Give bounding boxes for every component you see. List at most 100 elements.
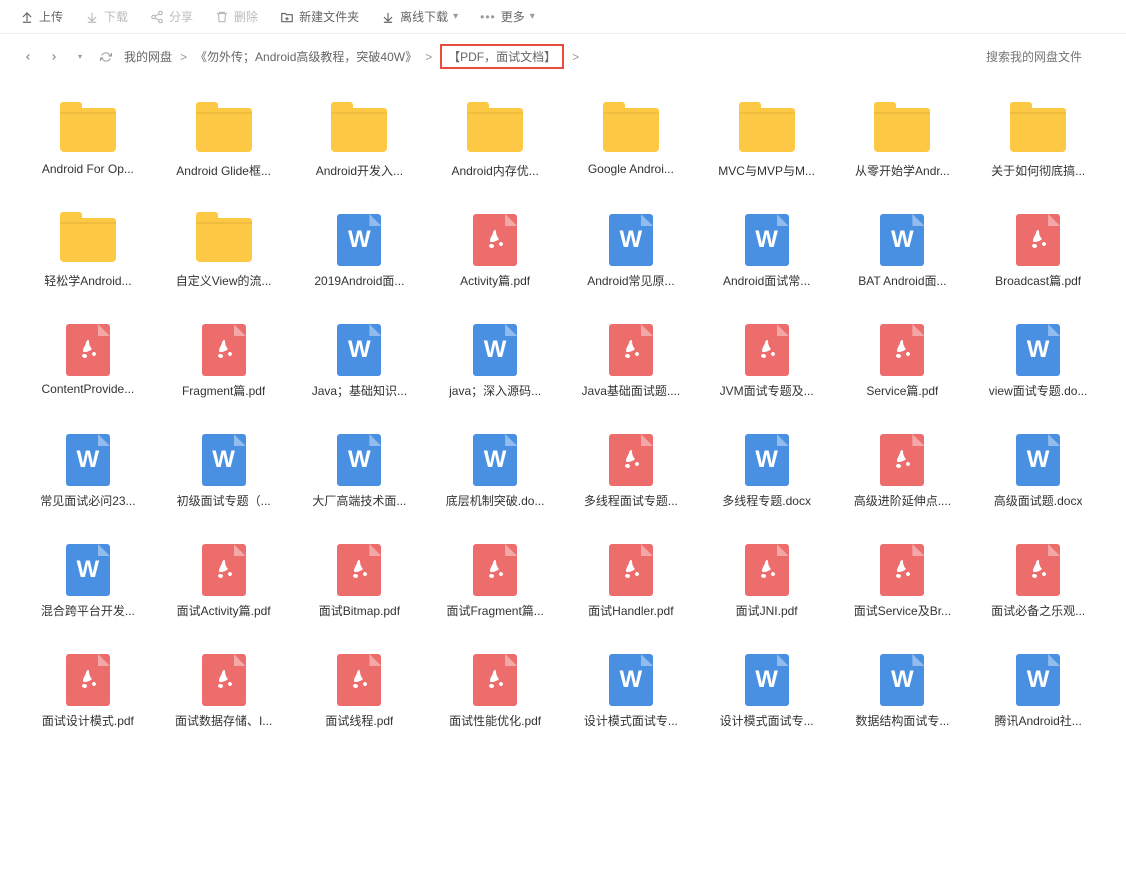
file-item[interactable]: ContentProvide... xyxy=(20,309,156,414)
file-name-label: 初级面试专题（... xyxy=(177,492,271,509)
file-item[interactable]: Broadcast篇.pdf xyxy=(970,199,1106,304)
file-item[interactable]: 面试性能优化.pdf xyxy=(427,639,563,744)
file-item[interactable]: JVM面试专题及... xyxy=(699,309,835,414)
new-folder-button[interactable]: 新建文件夹 xyxy=(280,8,359,25)
file-item[interactable]: 面试Handler.pdf xyxy=(563,529,699,634)
upload-icon xyxy=(20,10,34,24)
breadcrumb-separator: > xyxy=(572,50,579,64)
file-item[interactable]: Android内存优... xyxy=(427,89,563,194)
pdf-doc-icon xyxy=(603,324,659,372)
offline-download-button[interactable]: 离线下载 ▾ xyxy=(381,8,458,25)
delete-label: 删除 xyxy=(234,8,258,25)
download-label: 下载 xyxy=(104,8,128,25)
file-item[interactable]: Wjava；深入源码... xyxy=(427,309,563,414)
file-item[interactable]: W高级面试题.docx xyxy=(970,419,1106,524)
file-item[interactable]: Google Androi... xyxy=(563,89,699,194)
file-name-label: 高级进阶延伸点.... xyxy=(854,492,951,509)
file-item[interactable]: Service篇.pdf xyxy=(835,309,971,414)
nav-back-button[interactable] xyxy=(20,49,36,65)
more-button[interactable]: ••• 更多 ▾ xyxy=(480,8,535,25)
file-item[interactable]: W混合跨平台开发... xyxy=(20,529,156,634)
file-item[interactable]: W多线程专题.docx xyxy=(699,419,835,524)
file-name-label: Android Glide框... xyxy=(176,162,271,179)
file-item[interactable]: W设计模式面试专... xyxy=(563,639,699,744)
file-item[interactable]: 多线程面试专题... xyxy=(563,419,699,524)
pdf-doc-icon xyxy=(60,654,116,702)
nav-forward-button[interactable] xyxy=(46,49,62,65)
file-item[interactable]: Activity篇.pdf xyxy=(427,199,563,304)
file-item[interactable]: Fragment篇.pdf xyxy=(156,309,292,414)
file-item[interactable]: 面试必备之乐观... xyxy=(970,529,1106,634)
file-item[interactable]: 高级进阶延伸点.... xyxy=(835,419,971,524)
share-button[interactable]: 分享 xyxy=(150,8,193,25)
file-item[interactable]: W设计模式面试专... xyxy=(699,639,835,744)
file-name-label: Fragment篇.pdf xyxy=(182,382,265,399)
pdf-doc-icon xyxy=(1010,544,1066,592)
file-item[interactable]: WAndroid常见原... xyxy=(563,199,699,304)
file-item[interactable]: Wview面试专题.do... xyxy=(970,309,1106,414)
pdf-doc-icon xyxy=(739,544,795,592)
file-name-label: 轻松学Android... xyxy=(44,272,131,289)
word-doc-icon: W xyxy=(874,214,930,262)
offline-download-label: 离线下载 xyxy=(400,8,448,25)
file-name-label: Service篇.pdf xyxy=(866,382,938,399)
file-item[interactable]: 自定义View的流... xyxy=(156,199,292,304)
file-name-label: 面试数据存储、I... xyxy=(175,712,272,729)
file-item[interactable]: W底层机制突破.do... xyxy=(427,419,563,524)
file-item[interactable]: Android开发入... xyxy=(292,89,428,194)
file-item[interactable]: WBAT Android面... xyxy=(835,199,971,304)
breadcrumb-path1[interactable]: 《勿外传；Android高级教程，突破40W》 xyxy=(195,48,417,65)
nav-dropdown-button[interactable]: ▾ xyxy=(72,49,88,65)
file-item[interactable]: W初级面试专题（... xyxy=(156,419,292,524)
word-doc-icon: W xyxy=(331,214,387,262)
file-item[interactable]: W 2019Android面... xyxy=(292,199,428,304)
folder-icon xyxy=(331,104,387,152)
file-name-label: Google Androi... xyxy=(588,162,674,176)
file-item[interactable]: W数据结构面试专... xyxy=(835,639,971,744)
search-input[interactable] xyxy=(986,50,1106,64)
file-item[interactable]: 面试设计模式.pdf xyxy=(20,639,156,744)
file-name-label: 2019Android面... xyxy=(314,272,404,289)
file-item[interactable]: Java基础面试题.... xyxy=(563,309,699,414)
pdf-doc-icon xyxy=(739,324,795,372)
breadcrumb-root[interactable]: 我的网盘 xyxy=(124,48,172,65)
file-item[interactable]: 面试Bitmap.pdf xyxy=(292,529,428,634)
file-name-label: Android内存优... xyxy=(451,162,538,179)
download-button[interactable]: 下载 xyxy=(85,8,128,25)
file-item[interactable]: 面试Activity篇.pdf xyxy=(156,529,292,634)
breadcrumb-separator: > xyxy=(180,50,187,64)
file-item[interactable]: 面试数据存储、I... xyxy=(156,639,292,744)
file-item[interactable]: W常见面试必问23... xyxy=(20,419,156,524)
file-item[interactable]: 轻松学Android... xyxy=(20,199,156,304)
file-item[interactable]: WAndroid面试常... xyxy=(699,199,835,304)
word-doc-icon: W xyxy=(60,434,116,482)
file-name-label: 面试Activity篇.pdf xyxy=(177,602,271,619)
toolbar: 上传 下载 分享 删除 新建文件夹 离线下载 ▾ ••• 更多 ▾ xyxy=(0,0,1126,34)
file-item[interactable]: 从零开始学Andr... xyxy=(835,89,971,194)
file-item[interactable]: 面试线程.pdf xyxy=(292,639,428,744)
file-item[interactable]: 面试JNI.pdf xyxy=(699,529,835,634)
file-name-label: 面试必备之乐观... xyxy=(991,602,1085,619)
breadcrumb-current[interactable]: 【PDF，面试文档】 xyxy=(440,44,564,69)
file-item[interactable]: 面试Fragment篇... xyxy=(427,529,563,634)
file-item[interactable]: 关于如何彻底搞... xyxy=(970,89,1106,194)
file-name-label: 多线程专题.docx xyxy=(722,492,811,509)
pdf-doc-icon xyxy=(331,654,387,702)
word-doc-icon: W xyxy=(467,324,523,372)
file-item[interactable]: 面试Service及Br... xyxy=(835,529,971,634)
file-item[interactable]: W腾讯Android社... xyxy=(970,639,1106,744)
pdf-doc-icon xyxy=(60,324,116,372)
upload-button[interactable]: 上传 xyxy=(20,8,63,25)
word-doc-icon: W xyxy=(739,654,795,702)
file-name-label: Android面试常... xyxy=(723,272,810,289)
file-grid: Android For Op... Android Glide框... Androi… xyxy=(0,79,1126,754)
file-item[interactable]: MVC与MVP与M... xyxy=(699,89,835,194)
file-name-label: 数据结构面试专... xyxy=(855,712,949,729)
file-item[interactable]: Android Glide框... xyxy=(156,89,292,194)
delete-button[interactable]: 删除 xyxy=(215,8,258,25)
nav-refresh-button[interactable] xyxy=(98,49,114,65)
file-item[interactable]: Android For Op... xyxy=(20,89,156,194)
word-doc-icon: W xyxy=(467,434,523,482)
file-item[interactable]: WJava；基础知识... xyxy=(292,309,428,414)
file-item[interactable]: W大厂高端技术面... xyxy=(292,419,428,524)
